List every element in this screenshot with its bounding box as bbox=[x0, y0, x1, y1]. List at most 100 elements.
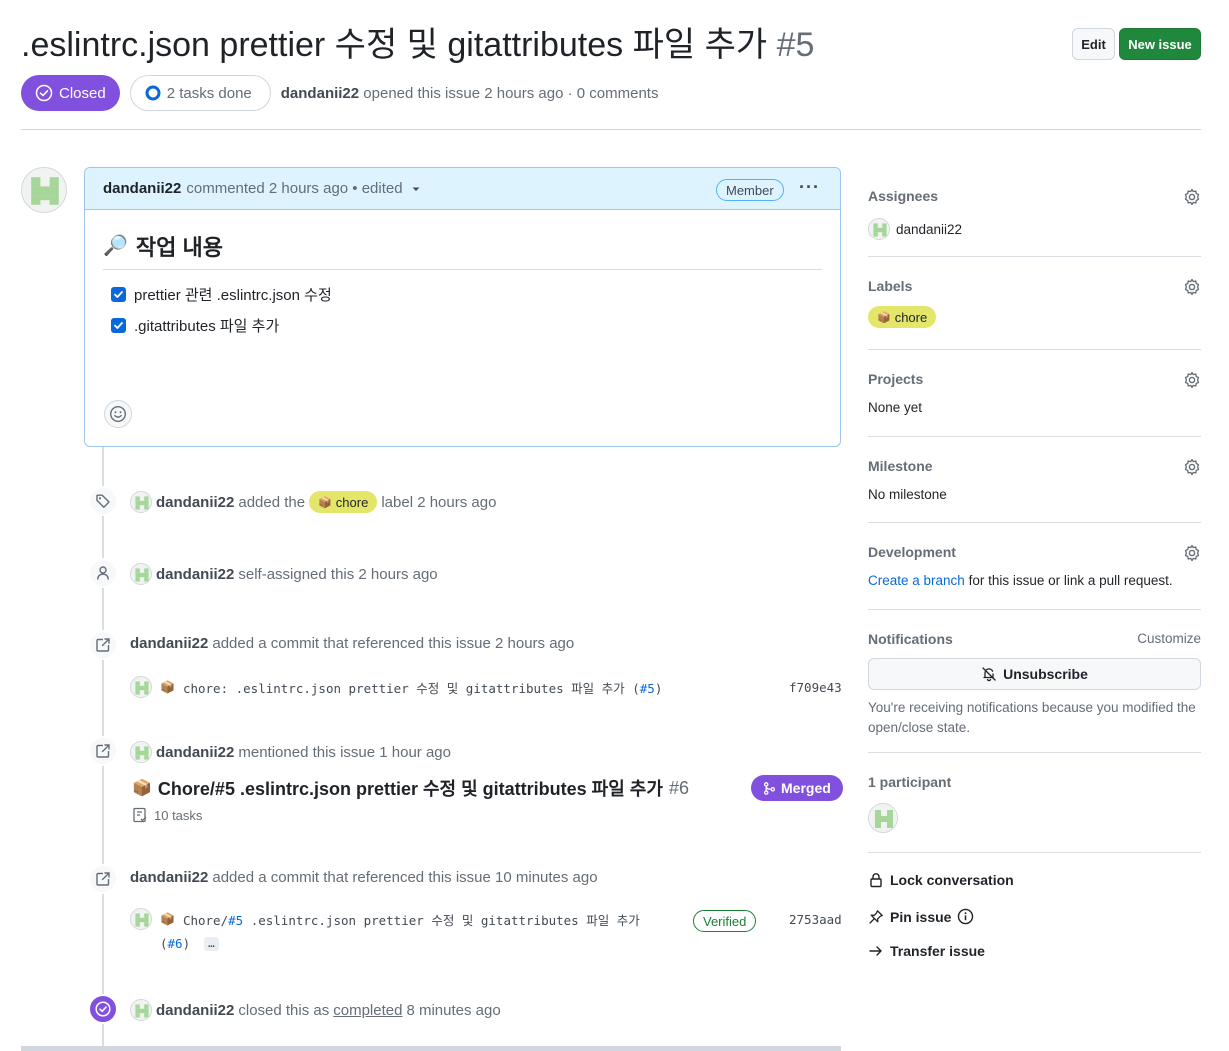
event-user-link[interactable]: dandanii22 bbox=[130, 635, 208, 652]
git-merge-icon bbox=[763, 781, 776, 795]
pr-number: #6 bbox=[668, 777, 689, 798]
state-label: Closed bbox=[59, 84, 106, 102]
sidebar-notifications: Notifications Customize Unsubscribe You'… bbox=[868, 631, 1201, 738]
notification-note: You're receiving notifications because y… bbox=[868, 700, 1196, 735]
labels-heading: Labels bbox=[868, 278, 913, 294]
commit-message-link[interactable]: chore: .eslintrc.json prettier 수정 및 gita… bbox=[183, 678, 662, 697]
create-branch-link[interactable]: Create a branch bbox=[868, 573, 965, 588]
cross-reference-icon bbox=[88, 736, 118, 766]
smiley-icon bbox=[109, 405, 127, 423]
completed-link[interactable]: completed bbox=[333, 1002, 402, 1019]
timeline-mention-event: dandanii22 mentioned this issue 1 hour a… bbox=[88, 736, 848, 826]
check-circle-icon bbox=[35, 84, 53, 102]
event-user-link[interactable]: dandanii22 bbox=[130, 869, 208, 886]
gear-icon[interactable] bbox=[1183, 544, 1201, 565]
event-user-link[interactable]: dandanii22 bbox=[156, 494, 234, 511]
avatar[interactable] bbox=[130, 563, 152, 585]
transfer-issue-button[interactable]: Transfer issue bbox=[868, 943, 1201, 959]
sidebar-divider bbox=[868, 522, 1201, 523]
avatar[interactable] bbox=[130, 676, 152, 698]
pr-title-text[interactable]: Chore/#5 .eslintrc.json prettier 수정 및 gi… bbox=[158, 775, 663, 801]
package-emoji-icon: 📦 bbox=[160, 680, 175, 694]
issue-author-link[interactable]: dandanii22 bbox=[281, 85, 359, 102]
label-chore[interactable]: 📦 chore bbox=[309, 491, 378, 513]
tasks-badge[interactable]: 2 tasks done bbox=[129, 75, 271, 111]
checked-checkbox[interactable] bbox=[111, 318, 126, 333]
avatar[interactable] bbox=[21, 167, 67, 213]
arrow-right-icon bbox=[869, 946, 882, 956]
pr-tasks-label: 10 tasks bbox=[154, 807, 203, 823]
sidebar-divider bbox=[868, 852, 1201, 853]
gear-icon[interactable] bbox=[1183, 188, 1201, 209]
bottom-divider bbox=[21, 1046, 841, 1051]
event-user-link[interactable]: dandanii22 bbox=[156, 1002, 234, 1019]
commit-paren-open: ( bbox=[160, 936, 168, 951]
customize-link[interactable]: Customize bbox=[1137, 631, 1201, 646]
gear-icon[interactable] bbox=[1183, 458, 1201, 479]
event-text: 8 minutes ago bbox=[406, 1001, 501, 1019]
participant-avatar[interactable] bbox=[868, 803, 898, 833]
closed-check-icon bbox=[88, 994, 118, 1024]
avatar[interactable] bbox=[130, 741, 152, 763]
event-text: label 2 hours ago bbox=[381, 493, 497, 511]
kebab-menu-icon[interactable]: ··· bbox=[799, 177, 820, 198]
commit-sha-link[interactable]: 2753aad bbox=[789, 912, 842, 927]
commit-message[interactable]: .eslintrc.json prettier 수정 및 gitattribut… bbox=[243, 913, 640, 928]
add-reaction-button[interactable] bbox=[104, 400, 132, 428]
pr-title-link[interactable]: 📦 Chore/#5 .eslintrc.json prettier 수정 및 … bbox=[132, 775, 689, 801]
pin-issue-button[interactable]: Pin issue bbox=[868, 908, 1201, 925]
event-user-link[interactable]: dandanii22 bbox=[156, 744, 234, 761]
lock-conversation-button[interactable]: Lock conversation bbox=[868, 872, 1201, 888]
assignee-item[interactable]: dandanii22 bbox=[868, 218, 1201, 240]
label-event-text: dandanii22 added the 📦 chore label 2 hour… bbox=[130, 491, 496, 513]
timeline-label-event: dandanii22 added the 📦 chore label 2 hour… bbox=[88, 486, 848, 516]
task-label: .gitattributes 파일 추가 bbox=[134, 318, 280, 335]
assignee-name[interactable]: dandanii22 bbox=[896, 222, 962, 237]
caret-down-icon[interactable] bbox=[411, 184, 421, 194]
commit-paren-close: ) bbox=[182, 936, 191, 951]
comment-meta[interactable]: commented 2 hours ago • edited bbox=[186, 180, 402, 197]
issue-title: .eslintrc.json prettier 수정 및 gitattribut… bbox=[21, 22, 814, 68]
development-heading: Development bbox=[868, 544, 956, 560]
pin-label: Pin issue bbox=[890, 908, 952, 925]
commit-message[interactable]: chore: .eslintrc.json prettier 수정 및 gita… bbox=[183, 681, 640, 696]
issue-header: .eslintrc.json prettier 수정 및 gitattribut… bbox=[21, 22, 1201, 68]
info-icon[interactable] bbox=[957, 908, 974, 925]
gear-icon[interactable] bbox=[1183, 278, 1201, 299]
timeline-assign-event: dandanii22 self-assigned this 2 hours ag… bbox=[88, 558, 848, 588]
timeline-commit-event: dandanii22 added a commit that reference… bbox=[88, 630, 848, 702]
checked-checkbox[interactable] bbox=[111, 287, 126, 302]
unsubscribe-button[interactable]: Unsubscribe bbox=[868, 658, 1201, 690]
gear-icon[interactable] bbox=[1183, 371, 1201, 392]
projects-value: None yet bbox=[868, 400, 923, 415]
close-event-text: dandanii22 closed this as completed 8 mi… bbox=[130, 999, 501, 1021]
new-issue-button[interactable]: New issue bbox=[1119, 28, 1201, 60]
sidebar-projects: Projects None yet bbox=[868, 371, 1201, 415]
commit-message-link[interactable]: Chore/#5 .eslintrc.json prettier 수정 및 gi… bbox=[183, 910, 640, 929]
sidebar-divider bbox=[868, 256, 1201, 257]
merged-badge: Merged bbox=[751, 775, 843, 801]
header-divider bbox=[21, 129, 1201, 130]
expand-commit-button[interactable]: … bbox=[204, 936, 219, 951]
pr-ref-link[interactable]: #6 bbox=[168, 936, 183, 951]
issue-title-text: .eslintrc.json prettier 수정 및 gitattribut… bbox=[21, 26, 768, 64]
commit-sha-link[interactable]: f709e43 bbox=[789, 680, 842, 695]
avatar bbox=[868, 218, 890, 240]
edit-button[interactable]: Edit bbox=[1072, 28, 1115, 60]
cross-reference-icon bbox=[88, 864, 118, 894]
avatar[interactable] bbox=[130, 908, 152, 930]
verified-badge[interactable]: Verified bbox=[693, 910, 757, 932]
comment-heading: 🔎 작업 내용 bbox=[103, 230, 822, 270]
comment-author-link[interactable]: dandanii22 bbox=[103, 180, 181, 197]
label-chore[interactable]: 📦 chore bbox=[868, 306, 937, 328]
issue-ref-link[interactable]: #5 bbox=[228, 913, 243, 928]
commit-event-text: dandanii22 added a commit that reference… bbox=[130, 635, 574, 652]
avatar[interactable] bbox=[130, 491, 152, 513]
issue-ref-link[interactable]: #5 bbox=[640, 681, 655, 696]
milestone-heading: Milestone bbox=[868, 458, 933, 474]
event-user-link[interactable]: dandanii22 bbox=[156, 566, 234, 583]
package-emoji-icon: 📦 bbox=[160, 912, 175, 926]
avatar[interactable] bbox=[130, 999, 152, 1021]
lock-label: Lock conversation bbox=[890, 872, 1014, 888]
commit-message-prefix[interactable]: Chore/ bbox=[183, 913, 228, 928]
